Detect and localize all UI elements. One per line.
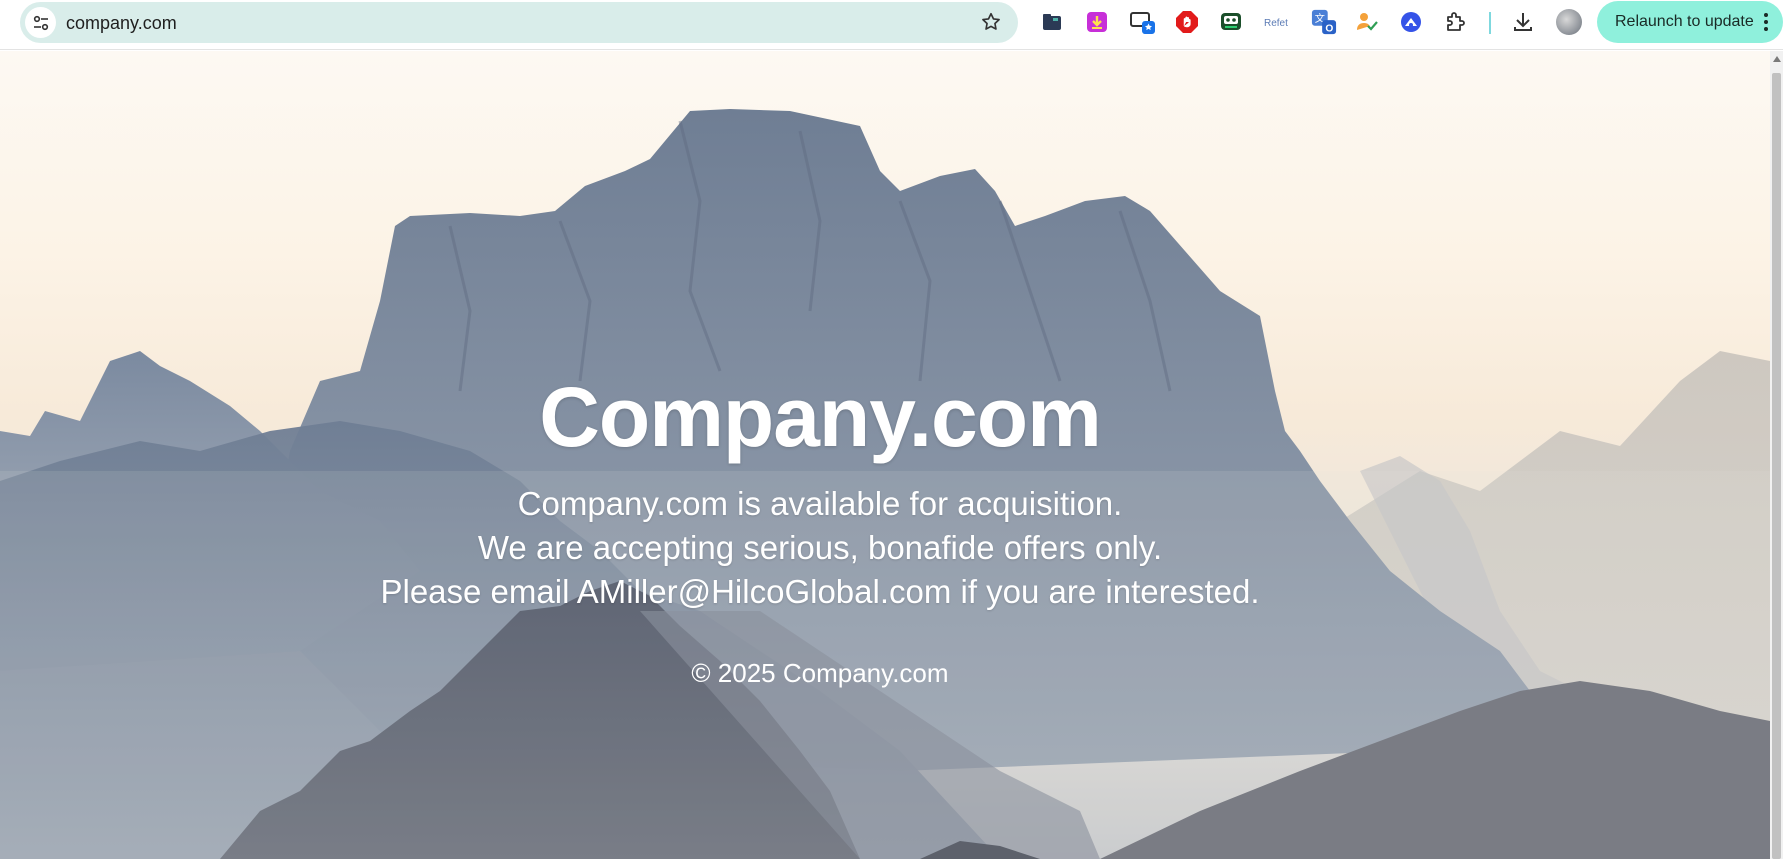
relaunch-button[interactable]: Relaunch to update	[1597, 1, 1783, 43]
screen-capture-icon[interactable]	[1130, 9, 1156, 35]
contact-line: Please email AMiller@HilcoGlobal.com if …	[380, 573, 1260, 610]
translate-icon[interactable]: 文O	[1311, 9, 1337, 35]
download-extension-icon[interactable]	[1084, 9, 1110, 35]
svg-text:Refetch: Refetch	[1264, 18, 1288, 29]
toolbar-divider	[1489, 12, 1491, 34]
svg-text:O: O	[1325, 23, 1333, 34]
offers-line: We are accepting serious, bonafide offer…	[477, 529, 1163, 566]
browser-toolbar: company.com Refetch 文O Relaunch to updat…	[0, 0, 1783, 50]
adblock-icon[interactable]	[1174, 9, 1200, 35]
vertical-scrollbar[interactable]	[1770, 51, 1783, 859]
more-menu-icon[interactable]	[1763, 12, 1769, 32]
downloads-icon[interactable]	[1510, 9, 1536, 35]
url-text[interactable]: company.com	[66, 13, 177, 34]
copyright-text: © 2025 Company.com	[691, 658, 949, 688]
profile-check-icon[interactable]	[1354, 9, 1380, 35]
page-title: Company.com	[539, 370, 1102, 464]
page-viewport: Company.com Company.com is available for…	[0, 51, 1770, 859]
bookmark-extension-icon[interactable]: Refetch	[1263, 9, 1289, 35]
availability-line: Company.com is available for acquisition…	[517, 485, 1123, 522]
scroll-thumb[interactable]	[1772, 73, 1781, 859]
profile-avatar[interactable]	[1556, 9, 1582, 35]
robot-extension-icon[interactable]	[1218, 9, 1244, 35]
site-info-icon[interactable]	[25, 7, 56, 38]
scroll-up-arrow-icon[interactable]	[1773, 56, 1781, 62]
address-bar[interactable]: company.com	[20, 2, 1018, 43]
relaunch-label: Relaunch to update	[1615, 13, 1754, 30]
folder-extension-icon[interactable]	[1039, 9, 1065, 35]
vpn-extension-icon[interactable]	[1398, 9, 1424, 35]
puzzle-icon[interactable]	[1443, 9, 1469, 35]
bookmark-star-icon[interactable]	[978, 9, 1004, 35]
